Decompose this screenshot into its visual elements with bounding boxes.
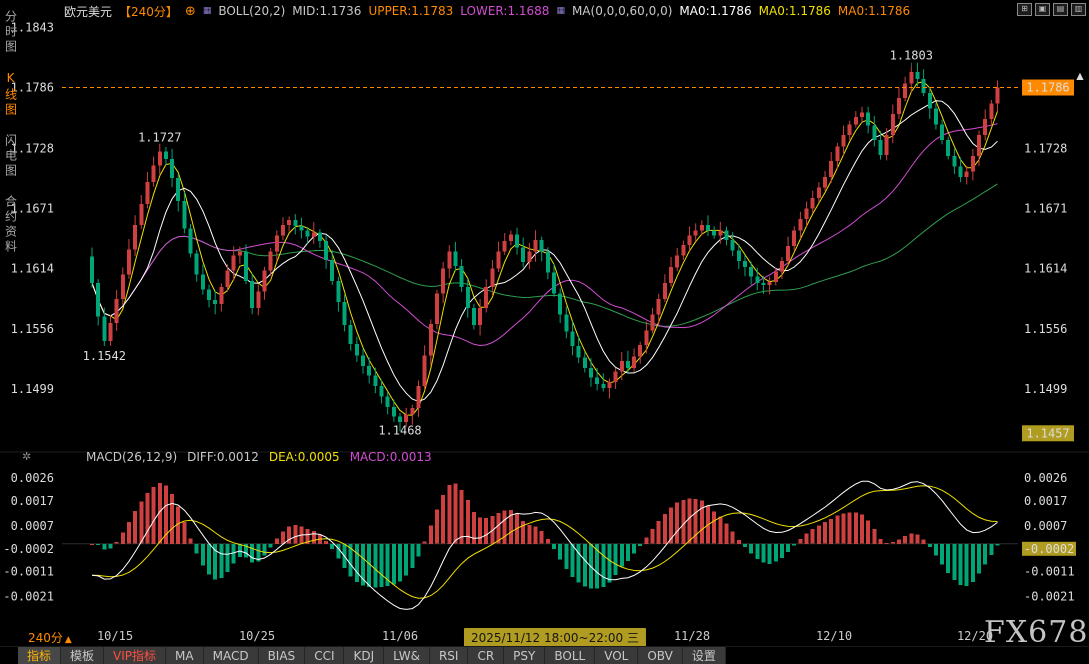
svg-text:1.1468: 1.1468	[378, 424, 421, 438]
svg-text:1.1499: 1.1499	[1024, 382, 1067, 396]
indicator-tab[interactable]: CCI	[305, 647, 344, 664]
selected-bar-time: 2025/11/12 18:00~22:00 三	[464, 628, 646, 647]
chart-header: 欧元美元 【240分】 ⊕ ▦ BOLL(20,2) MID:1.1736 UP…	[64, 0, 910, 22]
sidebar-chart-type-item[interactable]: 合约资料	[3, 195, 20, 255]
period-selector[interactable]: 240分▲	[28, 629, 72, 646]
svg-text:1.1727: 1.1727	[138, 131, 181, 145]
macd-diff-value: DIFF:0.0012	[187, 450, 259, 464]
macd-name: MACD(26,12,9)	[86, 450, 177, 464]
main-chart[interactable]: 1.18431.17861.17281.16711.16141.15561.14…	[0, 0, 1089, 628]
indicator-tab[interactable]: 模板	[61, 647, 104, 664]
macd-hist-value: MACD:0.0013	[350, 450, 432, 464]
svg-text:1.1786: 1.1786	[1026, 81, 1069, 95]
indicator-tab[interactable]: BOLL	[545, 647, 595, 664]
svg-text:0.0026: 0.0026	[1024, 471, 1067, 485]
svg-text:1.1728: 1.1728	[1024, 141, 1067, 155]
indicator-tab[interactable]: RSI	[430, 647, 469, 664]
boll-indicator-icon[interactable]: ▦	[203, 6, 212, 16]
expand-icon[interactable]: ⊕	[185, 4, 196, 19]
macd-legend: MACD(26,12,9) DIFF:0.0012 DEA:0.0005 MAC…	[86, 450, 432, 464]
macd-histogram	[90, 483, 1000, 588]
indicator-tab[interactable]: KDJ	[344, 647, 384, 664]
indicator-tab[interactable]: 设置	[683, 647, 726, 664]
ma3-value: MA0:1.1786	[838, 4, 910, 18]
window-control-icon[interactable]: ▣	[1035, 3, 1050, 16]
svg-text:-0.0002: -0.0002	[1024, 542, 1075, 556]
symbol-name: 欧元美元	[64, 3, 112, 20]
boll-upper-value: UPPER:1.1783	[368, 4, 453, 18]
ma-lines	[92, 82, 998, 416]
x-axis-date: 10/15	[97, 629, 133, 643]
boll-lower-value: LOWER:1.1688	[460, 4, 549, 18]
boll-name: BOLL(20,2)	[218, 4, 285, 18]
boll-mid-value: MID:1.1736	[292, 4, 361, 18]
sidebar-chart-type-item[interactable]: K线图	[3, 71, 20, 118]
indicator-tab[interactable]: VIP指标	[104, 647, 166, 664]
period-tag: 【240分】	[119, 3, 178, 20]
svg-text:0.0017: 0.0017	[1024, 494, 1067, 508]
macd-pane-settings-icon[interactable]: ✲	[22, 450, 31, 463]
window-controls: ⊞▣▤▥	[1017, 3, 1086, 16]
macd-dea-value: DEA:0.0005	[269, 450, 340, 464]
svg-text:0.0007: 0.0007	[1024, 519, 1067, 533]
indicator-tab[interactable]: VOL	[595, 647, 638, 664]
svg-text:1.1671: 1.1671	[1024, 201, 1067, 215]
indicator-tab[interactable]: BIAS	[259, 647, 306, 664]
window-control-icon[interactable]: ⊞	[1017, 3, 1032, 16]
chart-type-sidebar: 分时图 K线图闪电图合约资料	[0, 0, 22, 638]
indicator-tab[interactable]: MACD	[204, 647, 259, 664]
ma2-value: MA0:1.1786	[759, 4, 831, 18]
x-axis-date: 11/06	[382, 629, 418, 643]
svg-text:-0.0021: -0.0021	[1024, 590, 1075, 604]
ma1-value: MA0:1.1786	[679, 4, 751, 18]
indicator-tab[interactable]: 指标	[18, 647, 61, 664]
sidebar-chart-type-item[interactable]: 闪电图	[3, 134, 20, 179]
indicator-tab[interactable]: PSY	[504, 647, 545, 664]
sidebar-chart-type-item[interactable]: 分时图	[3, 10, 20, 55]
x-axis-date: 11/28	[674, 629, 710, 643]
window-control-icon[interactable]: ▥	[1071, 3, 1086, 16]
x-axis-date: 10/25	[239, 629, 275, 643]
svg-text:1.1803: 1.1803	[890, 49, 933, 63]
svg-text:1.1556: 1.1556	[1024, 322, 1067, 336]
period-dropdown-icon: ▲	[65, 635, 72, 645]
x-axis-date: 12/10	[816, 629, 852, 643]
svg-text:1.1614: 1.1614	[1024, 261, 1067, 275]
candles	[90, 63, 1000, 431]
price-up-arrow-icon: ▲	[1076, 69, 1084, 83]
window-control-icon[interactable]: ▤	[1053, 3, 1068, 16]
indicator-tab[interactable]: MA	[166, 647, 204, 664]
ma-indicator-icon[interactable]: ▦	[556, 6, 565, 16]
svg-text:1.1542: 1.1542	[83, 349, 126, 363]
x-axis-row: 240分▲ 10/1510/2511/0611/2812/1012/202025…	[0, 628, 1089, 646]
svg-text:1.1457: 1.1457	[1026, 426, 1069, 440]
indicator-tab[interactable]: CR	[468, 647, 504, 664]
indicator-tab[interactable]: LW&	[384, 647, 430, 664]
svg-text:-0.0011: -0.0011	[1024, 564, 1075, 578]
watermark: FX678	[984, 615, 1088, 650]
chart-app-window: 1.18431.17861.17281.16711.16141.15561.14…	[0, 0, 1089, 664]
indicator-tab-bar: 指标模板VIP指标MAMACDBIASCCIKDJLW&RSICRPSYBOLL…	[0, 646, 1089, 664]
ma-name: MA(0,0,0,60,0,0)	[572, 4, 672, 18]
indicator-tab[interactable]: OBV	[638, 647, 683, 664]
